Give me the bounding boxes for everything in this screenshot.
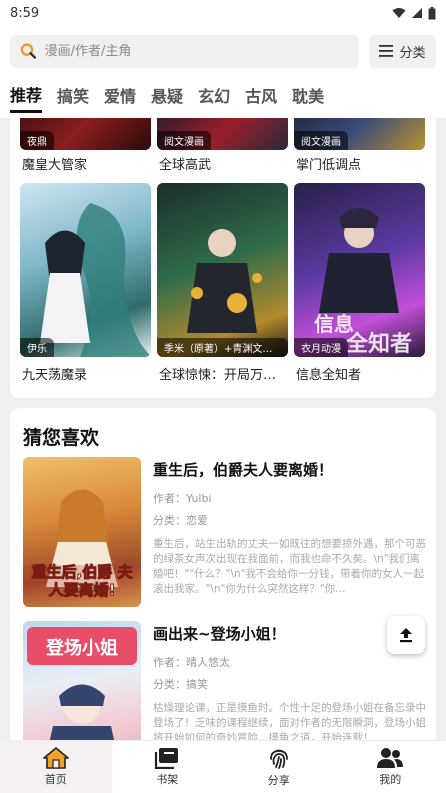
search-bar[interactable] [10,34,359,68]
item-cover[interactable]: 重生后,伯爵 夫人要离婚! [23,457,141,607]
bookshelf-icon [155,748,179,769]
comic-cover[interactable]: 季米（原著）+青渊文化… [157,183,288,357]
comic-title[interactable]: 九天荡魔录 [22,364,150,383]
comic-badge: 阅文漫画 [294,131,348,150]
comic-title[interactable]: 全球惊悚：开局万… [159,364,287,383]
item-category: 分类：搞笑 [153,678,208,691]
item-description: 枯燥理论课，正是摸鱼时。个性十足的登场小姐在备忘录中登场了！乏味的课程继续，面对… [153,702,426,740]
tab-fantasy[interactable]: 玄幻 [198,83,230,111]
category-tabs: 推荐 搞笑 爱情 悬疑 玄幻 古风 耽美 [0,76,446,118]
cover-art: 信息 全知者 [314,208,412,356]
status-icons [392,6,436,20]
cover-title: 登场小姐 [46,638,118,659]
scroll-to-top-button[interactable] [387,616,425,654]
bottom-nav: 首页 书架 分享 我的 [0,740,446,793]
comic-cover[interactable]: 阅文漫画 [157,118,288,150]
nav-share[interactable]: 分享 [223,741,335,793]
item-cover[interactable]: 登场小姐 [23,621,141,740]
nav-home-label: 首页 [44,773,67,786]
category-label: 分类 [399,45,426,61]
comic-badge: 伊乐 [20,338,54,357]
comic-cover[interactable]: 夜鼎 [20,118,151,150]
comic-badge: 阅文漫画 [157,131,211,150]
comic-title[interactable]: 掌门低调点 [296,154,424,173]
tab-funny[interactable]: 搞笑 [57,83,89,111]
section-heading: 猜您喜欢 [23,427,100,449]
nav-home[interactable]: 首页 [0,741,112,793]
guess-card: 猜您喜欢 重生后,伯爵 夫人要离婚! 重生后，伯爵夫人要离婚！ 作者：Yulbi… [10,408,436,740]
recommend-item[interactable]: 登场小姐 画出来~登场小姐！ 作者：晴人悠太 分类：搞笑 枯燥理论课，正是摸鱼时… [23,621,428,740]
upload-icon [400,628,412,643]
comic-title[interactable]: 魔皇大管家 [22,154,150,173]
nav-profile[interactable]: 我的 [335,741,446,793]
wifi-icon [392,8,406,18]
tab-bl[interactable]: 耽美 [292,83,324,111]
nav-bookshelf-label: 书架 [156,773,179,786]
tab-romance[interactable]: 爱情 [104,83,136,111]
item-category: 分类：恋爱 [153,514,208,527]
comic-cover[interactable]: 信息 全知者 衣月动漫 [294,183,425,357]
content-scroll[interactable]: 夜鼎 魔皇大管家 阅文漫画 全球高武 阅文漫画 掌门低调点 伊乐 九天荡魔录 季… [0,118,446,740]
cover-art [40,203,151,357]
status-bar: 8:59 [0,0,446,26]
comic-badge: 衣月动漫 [294,338,348,357]
category-button[interactable]: 分类 [369,34,436,68]
comic-badge: 季米（原著）+青渊文化… [157,338,288,357]
item-author: 作者：Yulbi [153,492,212,505]
comic-cover[interactable]: 阅文漫画 [294,118,425,150]
users-icon [377,748,404,768]
status-time: 8:59 [10,5,40,21]
item-author: 作者：晴人悠太 [153,656,230,669]
item-info: 重生后，伯爵夫人要离婚！ 作者：Yulbi 分类：恋爱 重生后，站生出轨的丈夫一… [153,457,428,597]
recommend-card: 夜鼎 魔皇大管家 阅文漫画 全球高武 阅文漫画 掌门低调点 伊乐 九天荡魔录 季… [10,118,436,398]
search-input[interactable] [44,43,349,59]
recommend-item[interactable]: 重生后,伯爵 夫人要离婚! 重生后，伯爵夫人要离婚！ 作者：Yulbi 分类：恋… [23,457,428,609]
battery-icon [428,6,436,19]
search-icon [20,43,37,59]
comic-title[interactable]: 全球高武 [159,154,287,173]
fingerprint-icon [269,749,288,769]
comic-title[interactable]: 信息全知者 [296,364,424,383]
svg-text:全知者: 全知者 [345,331,412,356]
item-title[interactable]: 重生后，伯爵夫人要离婚！ [153,459,428,480]
nav-bookshelf[interactable]: 书架 [112,741,224,793]
cover-art [187,229,262,333]
tab-ancient[interactable]: 古风 [245,83,277,111]
tab-mystery[interactable]: 悬疑 [151,83,183,111]
item-description: 重生后，站生出轨的丈夫一如既往的想要掠外遇，那个可恶的绿茶女声次出现在我面前，而… [153,538,426,595]
nav-profile-label: 我的 [379,773,402,786]
menu-icon [379,45,394,57]
top-bar: 分类 [0,26,446,76]
signal-icon [412,8,422,18]
home-icon [42,747,69,769]
cover-title: 重生后,伯爵 夫人要离婚! [31,563,133,600]
comic-badge: 夜鼎 [20,131,54,150]
tab-recommend[interactable]: 推荐 [10,82,43,113]
nav-share-label: 分享 [267,774,290,787]
comic-cover[interactable]: 伊乐 [20,183,151,357]
